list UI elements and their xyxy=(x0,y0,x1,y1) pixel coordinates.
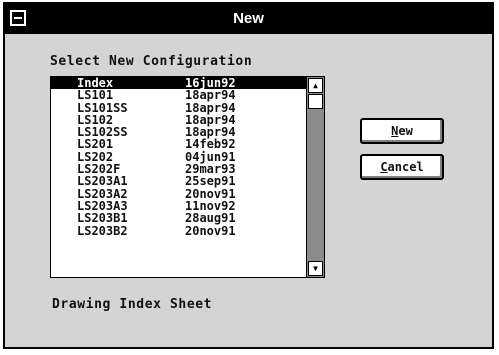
configuration-date: 18apr94 xyxy=(185,88,236,103)
title-bar: New xyxy=(5,4,492,34)
configuration-list[interactable]: Index 16jun92 LS101 18apr94 LS101SS 18apr94 LS… xyxy=(51,77,306,277)
select-configuration-label: Select New Configuration xyxy=(50,54,253,69)
configuration-date: 14feb92 xyxy=(185,137,236,152)
list-item[interactable]: LS203B1 28aug91 xyxy=(51,211,306,226)
vertical-scrollbar[interactable]: ▲ ▼ xyxy=(306,77,324,277)
system-menu-icon[interactable] xyxy=(10,10,26,26)
cancel-button-accelerator: C xyxy=(380,160,388,174)
new-dialog: New Select New Configuration Index 16jun9… xyxy=(3,2,494,349)
configuration-name: LS203A1 xyxy=(77,174,128,189)
list-item[interactable]: LS201 14feb92 xyxy=(51,137,306,152)
configuration-name: LS203B1 xyxy=(77,211,128,226)
list-item[interactable]: LS203B2 20nov91 xyxy=(51,223,306,238)
cancel-button[interactable]: Cancel xyxy=(360,154,444,180)
list-item[interactable]: LS203A1 25sep91 xyxy=(51,174,306,189)
list-item[interactable]: LS101 18apr94 xyxy=(51,88,306,103)
new-button[interactable]: New xyxy=(360,118,444,144)
configuration-date: 20nov91 xyxy=(185,223,236,238)
scroll-down-arrow-icon[interactable]: ▼ xyxy=(308,261,323,276)
configuration-name: LS203B2 xyxy=(77,223,128,238)
configuration-description: Drawing Index Sheet xyxy=(52,297,213,312)
scroll-up-arrow-icon[interactable]: ▲ xyxy=(308,78,323,93)
new-button-label: ew xyxy=(398,124,413,138)
cancel-button-label: ancel xyxy=(387,160,424,174)
dialog-title: New xyxy=(233,10,264,27)
configuration-date: 28aug91 xyxy=(185,211,236,226)
configuration-name: LS101 xyxy=(77,88,114,103)
configuration-listbox[interactable]: Index 16jun92 LS101 18apr94 LS101SS 18apr94 LS… xyxy=(50,76,325,278)
scroll-thumb[interactable] xyxy=(308,94,323,109)
configuration-name: LS201 xyxy=(77,137,114,152)
configuration-date: 25sep91 xyxy=(185,174,236,189)
